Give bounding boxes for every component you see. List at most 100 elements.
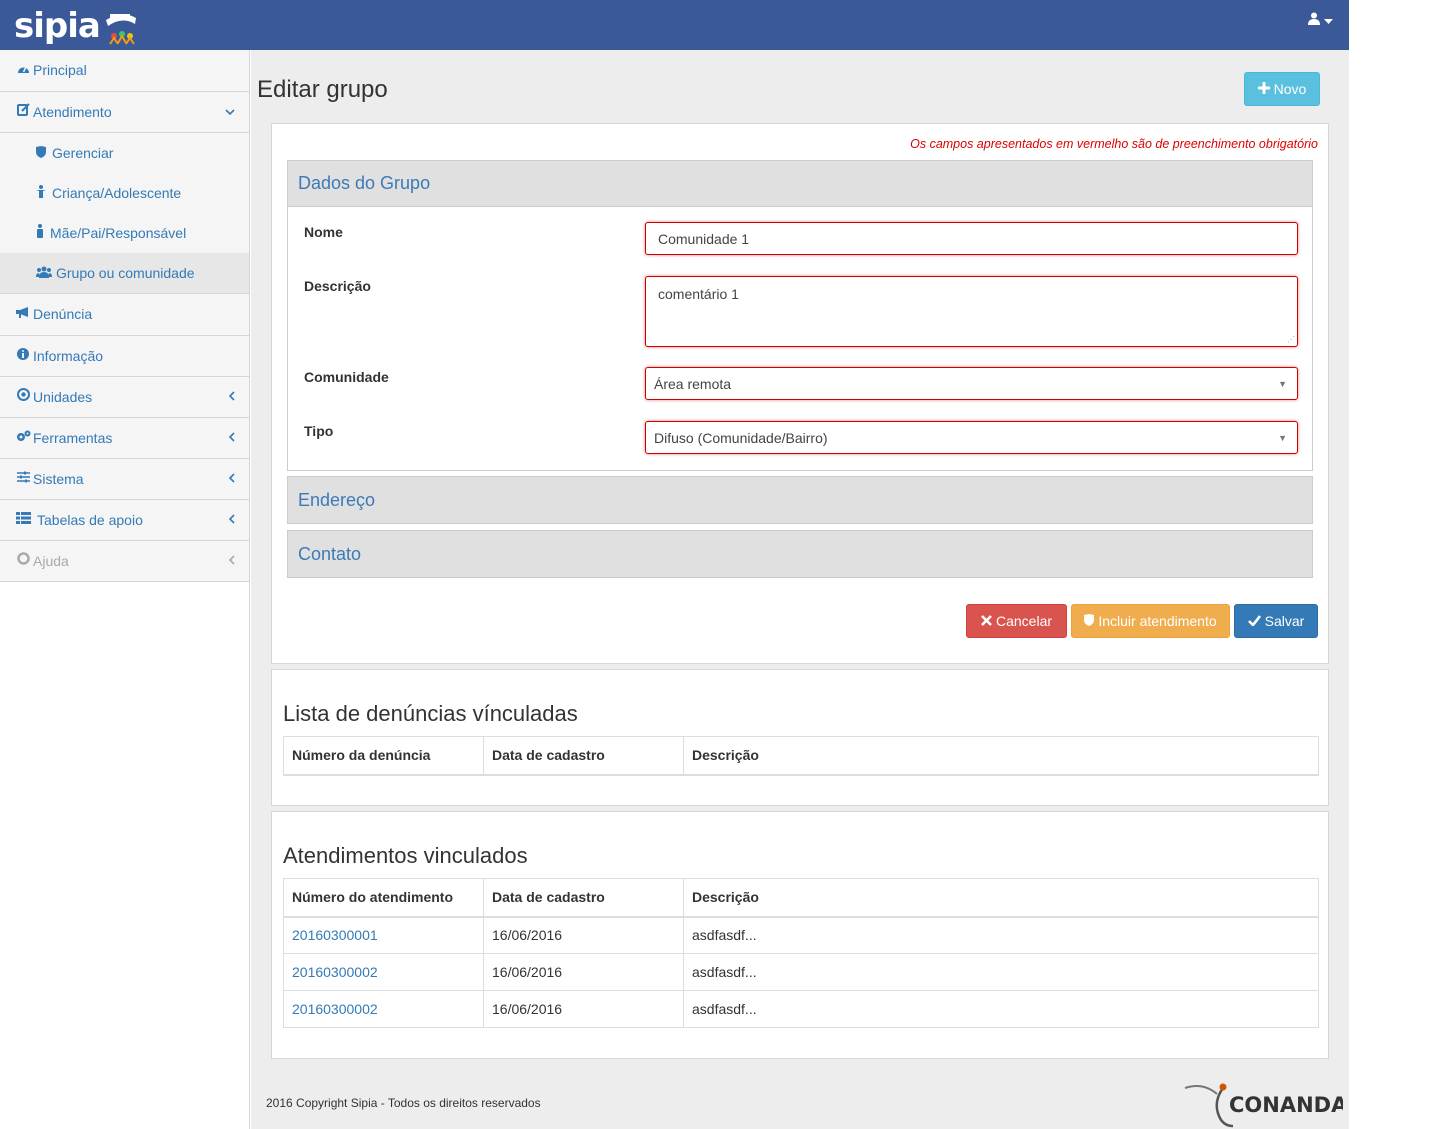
sidebar-item-sistema[interactable]: Sistema bbox=[0, 458, 249, 499]
comunidade-select[interactable]: Área remota ▼ bbox=[645, 367, 1298, 400]
sidebar-item-ferramentas[interactable]: Ferramentas bbox=[0, 417, 249, 458]
sidebar-item-label: Unidades bbox=[33, 388, 93, 405]
conanda-text: CONANDA bbox=[1229, 1093, 1343, 1117]
sidebar-item-label: Tabelas de apoio bbox=[37, 511, 143, 528]
table-icon bbox=[15, 500, 31, 541]
logo-mark-icon bbox=[102, 6, 142, 46]
chevron-down-icon bbox=[225, 92, 235, 133]
shield-icon bbox=[1084, 613, 1095, 629]
tipo-select[interactable]: Difuso (Comunidade/Bairro) ▼ bbox=[645, 421, 1298, 454]
panel-dados-body: Nome Comunidade 1 Descrição comentário 1… bbox=[287, 207, 1313, 471]
person-icon bbox=[36, 213, 48, 253]
users-icon bbox=[36, 253, 54, 293]
comunidade-value: Área remota bbox=[654, 375, 732, 392]
sidebar-item-label: Sistema bbox=[33, 470, 84, 487]
sidebar-item-label: Ferramentas bbox=[33, 429, 113, 446]
close-icon bbox=[981, 613, 992, 629]
atendimento-link[interactable]: 20160300002 bbox=[292, 1001, 378, 1017]
nome-field[interactable]: Comunidade 1 bbox=[645, 222, 1298, 255]
chevron-left-icon bbox=[228, 500, 235, 541]
descricao-cell: asdfasdf... bbox=[683, 953, 1319, 991]
edit-icon bbox=[15, 92, 31, 133]
denuncias-table: Número da denúncia Data de cadastro Desc… bbox=[283, 736, 1319, 776]
cancel-button[interactable]: Cancelar bbox=[966, 604, 1067, 638]
dashboard-icon bbox=[15, 50, 31, 91]
denuncias-box: Lista de denúncias vínculadas Número da … bbox=[271, 669, 1329, 806]
sidebar-item-denuncia[interactable]: Denúncia bbox=[0, 294, 249, 335]
child-icon bbox=[36, 173, 50, 213]
footer-copyright: 2016 Copyright Sipia - Todos os direitos… bbox=[266, 1096, 541, 1110]
column-header[interactable]: Número da denúncia bbox=[283, 736, 484, 776]
save-button-label: Salvar bbox=[1264, 613, 1305, 629]
column-header[interactable]: Descrição bbox=[683, 736, 1319, 776]
sidebar-subitem-responsavel[interactable]: Mãe/Pai/Responsável bbox=[0, 213, 249, 253]
atendimentos-title: Atendimentos vinculados bbox=[283, 843, 528, 868]
comunidade-label: Comunidade bbox=[304, 369, 389, 385]
numero-cell: 20160300001 bbox=[283, 916, 484, 954]
panel-title: Dados do Grupo bbox=[298, 173, 431, 193]
incluir-button-label: Incluir atendimento bbox=[1098, 613, 1217, 629]
atendimento-link[interactable]: 20160300001 bbox=[292, 927, 378, 943]
panel-dados-header[interactable]: Dados do Grupo bbox=[287, 160, 1313, 207]
atendimento-link[interactable]: 20160300002 bbox=[292, 964, 378, 980]
group-form-box: Os campos apresentados em vermelho são d… bbox=[271, 123, 1329, 664]
column-header[interactable]: Descrição bbox=[683, 878, 1319, 918]
circle-dot-icon bbox=[15, 377, 31, 418]
lifebuoy-icon bbox=[15, 541, 31, 582]
sidebar-item-label: Ajuda bbox=[33, 552, 69, 569]
sidebar-item-principal[interactable]: Principal bbox=[0, 50, 249, 91]
sidebar-item-label: Atendimento bbox=[33, 103, 112, 120]
atendimentos-box: Atendimentos vinculados Número do atendi… bbox=[271, 811, 1329, 1059]
sliders-icon bbox=[15, 459, 31, 500]
column-header[interactable]: Data de cadastro bbox=[483, 878, 684, 918]
numero-cell: 20160300002 bbox=[283, 990, 484, 1028]
conanda-logo: CONANDA bbox=[1183, 1082, 1348, 1129]
check-icon bbox=[1247, 613, 1261, 629]
chevron-left-icon bbox=[228, 418, 235, 459]
data-cell: 16/06/2016 bbox=[483, 990, 684, 1028]
sidebar: Principal Atendimento Gerenciar Criança/… bbox=[0, 50, 250, 1129]
sidebar-subitem-label: Grupo ou comunidade bbox=[56, 265, 195, 281]
sidebar-item-atendimento[interactable]: Atendimento bbox=[0, 91, 249, 132]
table-header-row: Número do atendimento Data de cadastro D… bbox=[283, 878, 1319, 918]
dropdown-arrow-icon: ▼ bbox=[1278, 378, 1287, 389]
atendimentos-table: Número do atendimento Data de cadastro D… bbox=[283, 878, 1319, 1028]
resize-grip-icon[interactable]: ⋰ bbox=[1287, 335, 1295, 344]
sidebar-subitem-gerenciar[interactable]: Gerenciar bbox=[0, 133, 249, 173]
sidebar-item-unidades[interactable]: Unidades bbox=[0, 376, 249, 417]
sidebar-subitem-crianca[interactable]: Criança/Adolescente bbox=[0, 173, 249, 213]
sidebar-item-label: Informação bbox=[33, 347, 104, 364]
sidebar-item-ajuda[interactable]: Ajuda bbox=[0, 540, 249, 581]
bullhorn-icon bbox=[15, 294, 31, 335]
incluir-atendimento-button[interactable]: Incluir atendimento bbox=[1071, 604, 1230, 638]
data-cell: 16/06/2016 bbox=[483, 916, 684, 954]
nome-value: Comunidade 1 bbox=[658, 230, 750, 247]
column-header[interactable]: Data de cadastro bbox=[483, 736, 684, 776]
denuncias-title: Lista de denúncias vínculadas bbox=[283, 701, 578, 726]
tipo-value: Difuso (Comunidade/Bairro) bbox=[654, 429, 828, 446]
info-icon bbox=[15, 336, 31, 377]
descricao-textarea[interactable]: comentário 1 ⋰ bbox=[645, 276, 1298, 347]
column-header[interactable]: Número do atendimento bbox=[283, 878, 484, 918]
panel-title: Contato bbox=[298, 543, 362, 564]
novo-button-label: Novo bbox=[1273, 81, 1307, 97]
descricao-label: Descrição bbox=[304, 278, 371, 294]
user-menu[interactable] bbox=[1308, 12, 1333, 28]
nome-label: Nome bbox=[304, 224, 343, 240]
logo-text: sipia bbox=[14, 6, 101, 46]
table-row: 20160300002 16/06/2016 asdfasdf... bbox=[283, 953, 1319, 991]
novo-button[interactable]: Novo bbox=[1244, 72, 1320, 106]
save-button[interactable]: Salvar bbox=[1234, 604, 1318, 638]
sidebar-subitem-grupo[interactable]: Grupo ou comunidade bbox=[0, 253, 249, 293]
sidebar-item-informacao[interactable]: Informação bbox=[0, 335, 249, 376]
panel-endereco-header[interactable]: Endereço bbox=[287, 476, 1313, 524]
sidebar-subitem-label: Gerenciar bbox=[52, 145, 114, 161]
sidebar-item-tabelas[interactable]: Tabelas de apoio bbox=[0, 499, 249, 540]
panel-contato-header[interactable]: Contato bbox=[287, 530, 1313, 578]
sipia-logo[interactable]: sipia bbox=[14, 4, 142, 48]
plus-icon bbox=[1257, 81, 1270, 97]
top-navbar: sipia bbox=[0, 0, 1349, 50]
caret-down-icon bbox=[1324, 12, 1333, 28]
table-header-row: Número da denúncia Data de cadastro Desc… bbox=[283, 736, 1319, 776]
main-content: Editar grupo Novo Os campos apresentados… bbox=[251, 50, 1349, 1129]
